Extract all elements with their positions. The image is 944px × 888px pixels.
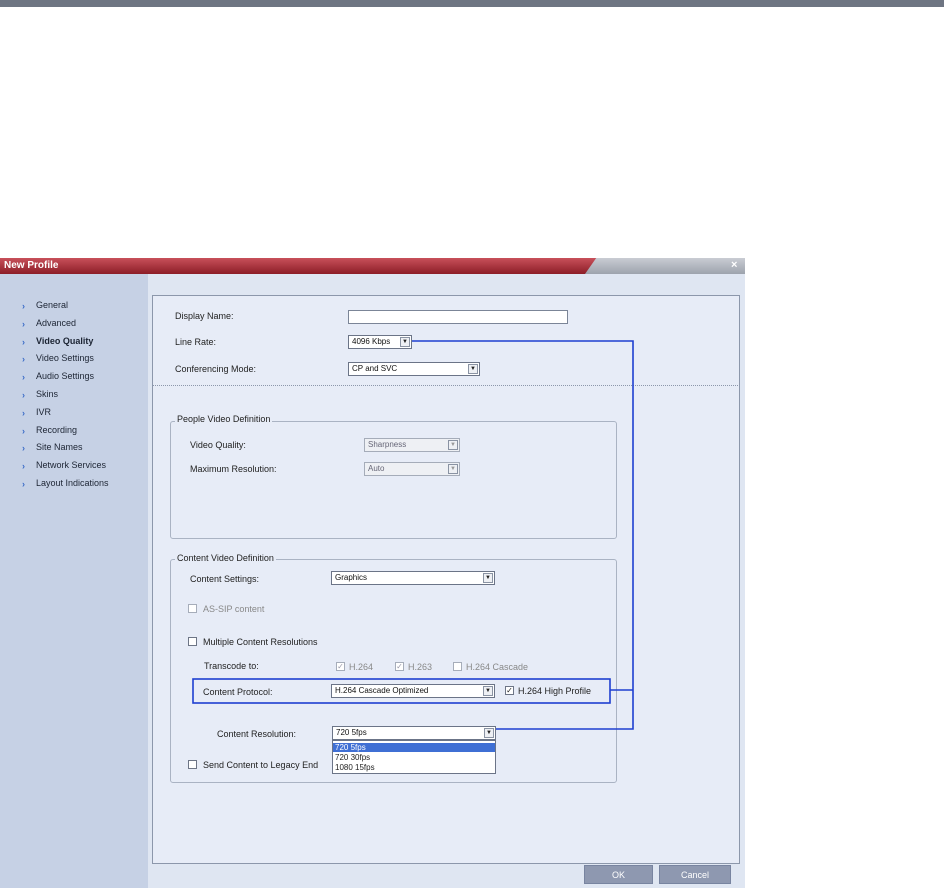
sidebar-item-label: Recording: [36, 425, 78, 435]
max-resolution-select: Auto ▼: [364, 462, 460, 476]
multiple-content-resolutions-label: Multiple Content Resolutions: [203, 637, 318, 647]
content-resolution-label: Content Resolution:: [217, 729, 297, 739]
sidebar-item-label: Layout Indications: [36, 478, 109, 488]
video-quality-select: Sharpness ▼: [364, 438, 460, 452]
video-quality-value: Sharpness: [368, 440, 407, 449]
video-quality-label: Video Quality:: [190, 440, 246, 450]
content-protocol-label: Content Protocol:: [203, 687, 273, 697]
sidebar-item-label: IVR: [36, 407, 52, 417]
content-settings-select[interactable]: Graphics ▼: [331, 571, 495, 585]
chevron-right-icon: ›: [22, 354, 25, 364]
conferencing-mode-label: Conferencing Mode:: [175, 364, 257, 374]
cancel-button[interactable]: Cancel: [659, 865, 731, 884]
conferencing-mode-value: CP and SVC: [352, 364, 398, 373]
resolution-option[interactable]: 1080 15fps: [333, 763, 495, 772]
send-to-legacy-label: Send Content to Legacy End: [203, 760, 319, 770]
transcode-h263-label: H.263: [408, 662, 433, 672]
chevron-right-icon: ›: [22, 426, 25, 436]
sidebar-item-label: Skins: [36, 389, 59, 399]
display-name-label: Display Name:: [175, 311, 234, 321]
as-sip-content-checkbox: [188, 604, 197, 613]
chevron-right-icon: ›: [22, 319, 25, 329]
sidebar-item-label: Audio Settings: [36, 371, 95, 381]
title-bar-tail: [585, 258, 745, 274]
chevron-down-icon: ▼: [468, 364, 478, 374]
chevron-right-icon: ›: [22, 372, 25, 382]
chevron-down-icon: ▼: [483, 573, 493, 583]
display-name-input[interactable]: [348, 310, 568, 324]
line-rate-label: Line Rate:: [175, 337, 217, 347]
chevron-right-icon: ›: [22, 390, 25, 400]
resolution-option[interactable]: 720 5fps: [333, 743, 495, 752]
max-resolution-label: Maximum Resolution:: [190, 464, 277, 474]
sidebar-item-label: Video Quality: [36, 336, 94, 346]
close-icon[interactable]: ×: [731, 259, 737, 271]
send-to-legacy-checkbox[interactable]: [188, 760, 197, 769]
content-settings-value: Graphics: [335, 573, 368, 582]
chevron-right-icon: ›: [22, 479, 25, 489]
content-settings-label: Content Settings:: [190, 574, 260, 584]
content-protocol-select[interactable]: H.264 Cascade Optimized ▼: [331, 684, 495, 698]
transcode-h263-checkbox: ✓: [395, 662, 404, 671]
line-rate-value: 4096 Kbps: [352, 337, 391, 346]
people-video-legend: People Video Definition: [175, 414, 273, 424]
max-resolution-value: Auto: [368, 464, 385, 473]
title-bar[interactable]: New Profile ×: [0, 258, 745, 274]
sidebar-item-label: General: [36, 300, 69, 310]
chevron-down-icon: ▼: [400, 337, 410, 347]
chevron-down-icon: ▼: [483, 686, 493, 696]
chevron-right-icon: ›: [22, 443, 25, 453]
chevron-right-icon: ›: [22, 337, 25, 347]
ok-button[interactable]: OK: [584, 865, 653, 884]
content-resolution-value: 720 5fps: [336, 728, 367, 737]
chevron-right-icon: ›: [22, 301, 25, 311]
transcode-h264-label: H.264: [349, 662, 374, 672]
multiple-content-resolutions-checkbox[interactable]: [188, 637, 197, 646]
transcode-to-label: Transcode to:: [204, 661, 259, 671]
sidebar: › General › Advanced › Video Quality › Video Se…: [0, 274, 148, 888]
chevron-down-icon: ▼: [484, 728, 494, 738]
chevron-down-icon: ▼: [448, 464, 458, 474]
transcode-h264-cascade-checkbox: [453, 662, 462, 671]
sidebar-item-label: Advanced: [36, 318, 77, 328]
h264-high-profile-checkbox[interactable]: ✓: [505, 686, 514, 695]
content-resolution-dropdown-list: 720 5fps 720 30fps 1080 15fps: [332, 740, 496, 774]
chevron-right-icon: ›: [22, 408, 25, 418]
chevron-right-icon: ›: [22, 461, 25, 471]
as-sip-content-label: AS-SIP content: [203, 604, 265, 614]
content-video-legend: Content Video Definition: [175, 553, 276, 563]
transcode-h264-cascade-label: H.264 Cascade: [466, 662, 529, 672]
section-divider: [152, 385, 740, 386]
dialog-title: New Profile: [4, 260, 59, 271]
content-protocol-value: H.264 Cascade Optimized: [335, 686, 429, 695]
resolution-option[interactable]: 720 30fps: [333, 753, 495, 762]
content-resolution-select[interactable]: 720 5fps ▼: [332, 726, 496, 740]
conferencing-mode-select[interactable]: CP and SVC ▼: [348, 362, 480, 376]
top-bar: [0, 0, 944, 7]
line-rate-select[interactable]: 4096 Kbps ▼: [348, 335, 412, 349]
h264-high-profile-label: H.264 High Profile: [518, 686, 592, 696]
sidebar-item-label: Site Names: [36, 442, 83, 452]
chevron-down-icon: ▼: [448, 440, 458, 450]
sidebar-item-label: Network Services: [36, 460, 107, 470]
sidebar-item-label: Video Settings: [36, 353, 94, 363]
transcode-h264-checkbox: ✓: [336, 662, 345, 671]
